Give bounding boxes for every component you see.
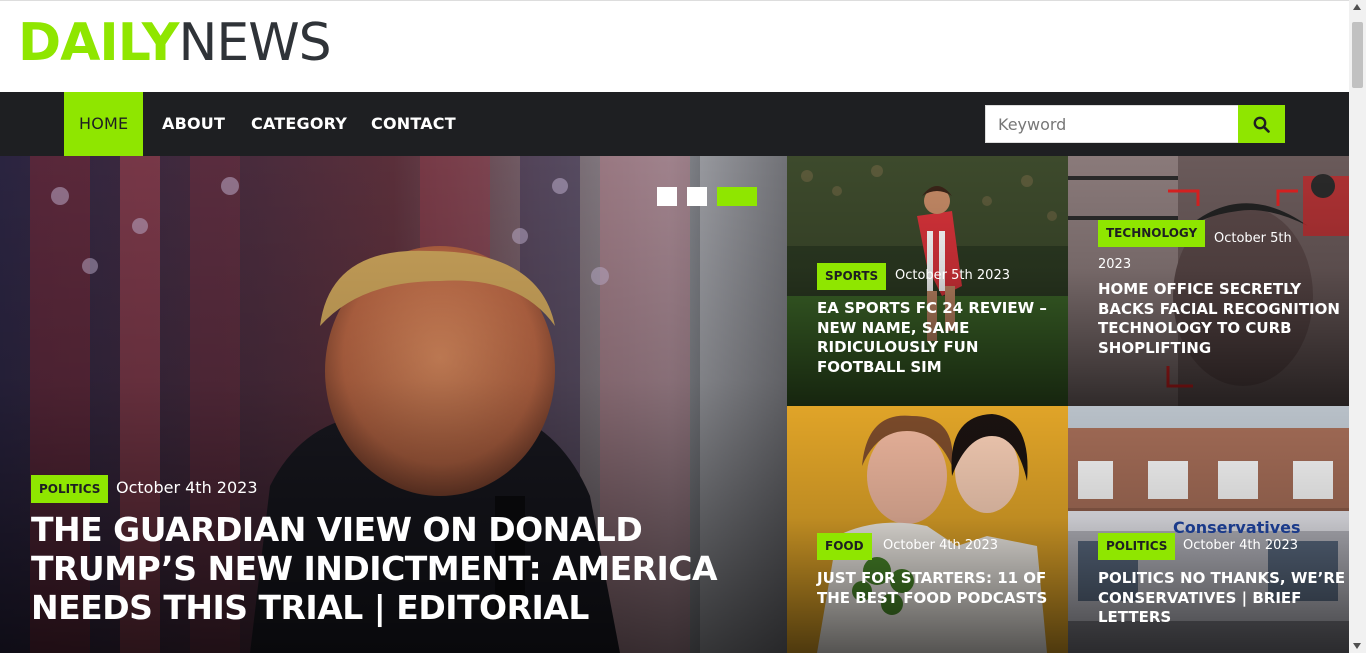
category-badge[interactable]: POLITICS (31, 475, 109, 503)
card-overlay (787, 406, 1068, 653)
scroll-thumb[interactable] (1352, 22, 1363, 88)
slider-dot-2[interactable] (687, 187, 707, 206)
logo-news: NEWS (178, 13, 331, 73)
card-title[interactable]: POLITICS NO THANKS, WE’RE CONSERVATIVES … (1098, 569, 1348, 628)
nav-item-contact[interactable]: CONTACT (371, 92, 456, 156)
card-title[interactable]: HOME OFFICE SECRETLY BACKS FACIAL RECOGN… (1098, 280, 1348, 358)
slider-dots (657, 187, 757, 206)
card-title[interactable]: JUST FOR STARTERS: 11 OF THE BEST FOOD P… (817, 569, 1067, 608)
search-box (985, 105, 1239, 143)
card-title[interactable]: EA SPORTS FC 24 REVIEW – NEW NAME, SAME … (817, 299, 1067, 377)
category-badge[interactable]: POLITICS (1098, 533, 1176, 560)
slider-dot-1[interactable] (657, 187, 677, 206)
search-input[interactable] (986, 106, 1238, 142)
category-badge[interactable]: SPORTS (817, 263, 887, 290)
slider-dot-3[interactable] (717, 187, 757, 206)
main-nav: HOME ABOUT CATEGORY CONTACT (0, 92, 1349, 156)
scroll-down-arrow-icon[interactable] (1353, 643, 1361, 649)
image-sign-text: Conservatives (1173, 518, 1301, 537)
site-logo[interactable]: DAILYNEWS (18, 13, 332, 73)
news-card-food[interactable]: FOOD October 4th 2023 JUST FOR STARTERS:… (787, 406, 1068, 653)
search-icon (1253, 116, 1270, 133)
post-date: October 4th 2023 (883, 538, 998, 553)
news-card-politics[interactable]: Conservatives POLITICS October 4th 2023 … (1068, 406, 1349, 653)
news-card-technology[interactable]: TECHNOLOGY October 5th 2023 HOME OFFICE … (1068, 156, 1349, 406)
logo-daily: DAILY (18, 13, 179, 73)
post-date: October 5th 2023 (1098, 231, 1292, 272)
news-card-sports[interactable]: SPORTS October 5th 2023 EA SPORTS FC 24 … (787, 156, 1068, 406)
hero-title[interactable]: THE GUARDIAN VIEW ON DONALD TRUMP’S NEW … (31, 510, 721, 627)
nav-item-category[interactable]: CATEGORY (251, 92, 347, 156)
post-date: October 4th 2023 (116, 478, 258, 497)
header: DAILYNEWS (0, 0, 1349, 92)
page-scrollbar[interactable] (1349, 0, 1366, 653)
search-button[interactable] (1238, 105, 1285, 143)
nav-item-about[interactable]: ABOUT (162, 92, 225, 156)
category-badge[interactable]: FOOD (817, 533, 872, 560)
post-date: October 4th 2023 (1183, 538, 1298, 553)
post-date: October 5th 2023 (895, 268, 1010, 283)
scroll-up-arrow-icon[interactable] (1353, 4, 1361, 10)
hero-slide[interactable]: POLITICS October 4th 2023 THE GUARDIAN V… (0, 156, 787, 653)
nav-item-home[interactable]: HOME (64, 92, 144, 156)
